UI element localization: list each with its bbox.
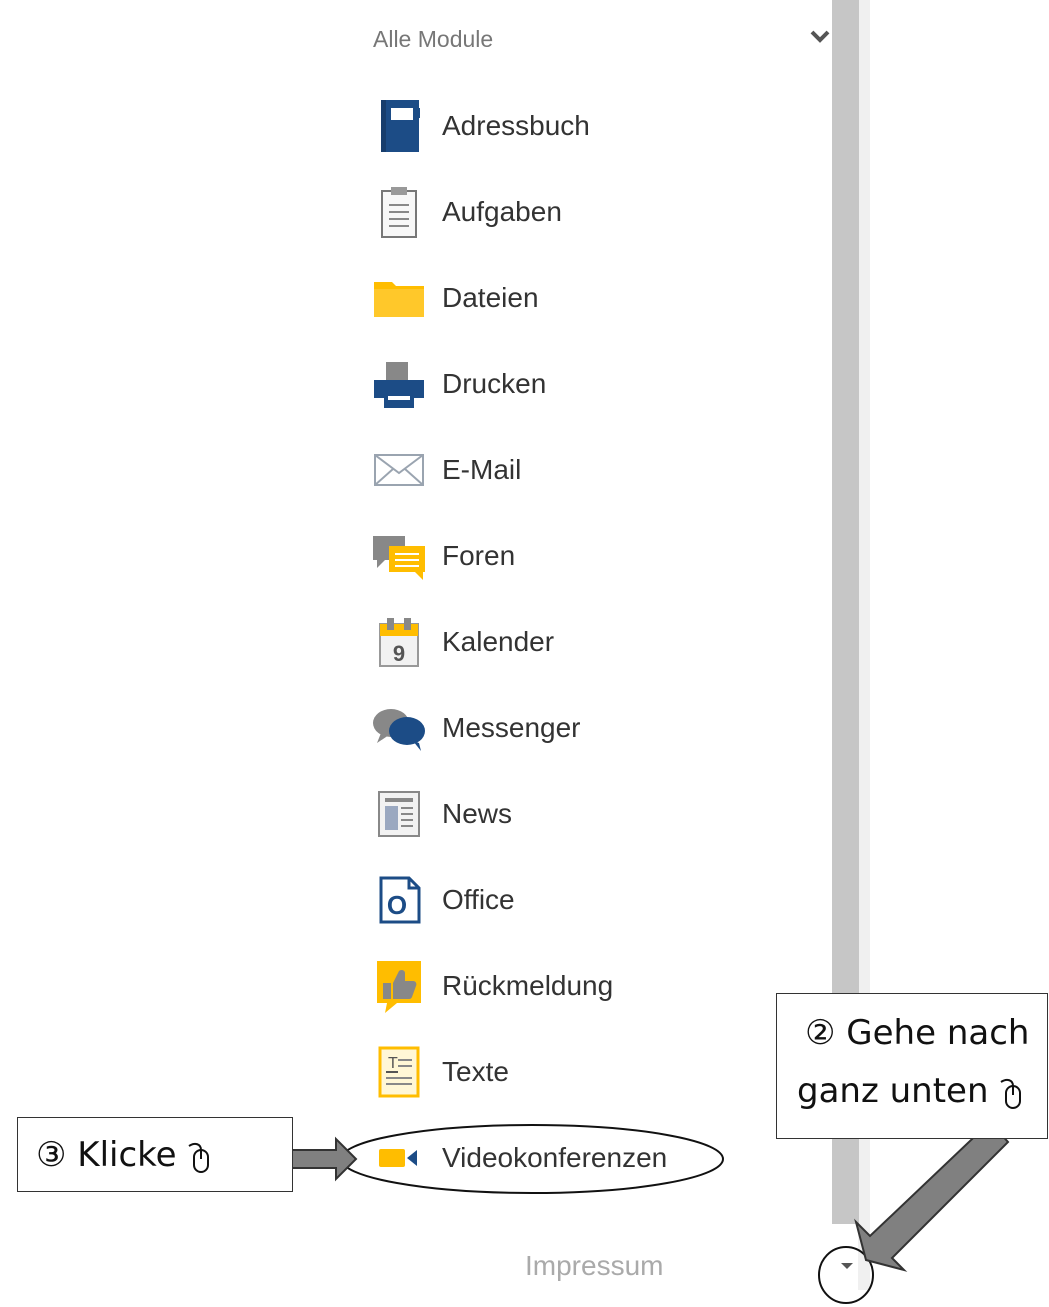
callout-text-line-1: Gehe nach bbox=[846, 1013, 1030, 1053]
step-number: ③ bbox=[36, 1135, 67, 1175]
mouse-icon bbox=[1000, 1078, 1022, 1109]
arrow-to-videokonferenzen bbox=[281, 1136, 358, 1182]
step-number: ② bbox=[805, 1013, 836, 1053]
callout-text-line-2: ganz unten bbox=[797, 1071, 989, 1111]
highlight-ellipse bbox=[340, 1124, 724, 1194]
callout-step-3: ③ Klicke bbox=[17, 1117, 293, 1192]
mouse-icon bbox=[188, 1142, 210, 1173]
arrow-to-scroll-end bbox=[854, 1120, 1010, 1272]
callout-step-2: ② Gehe nach ganz unten bbox=[776, 993, 1048, 1139]
callout-text: Klicke bbox=[77, 1135, 177, 1175]
